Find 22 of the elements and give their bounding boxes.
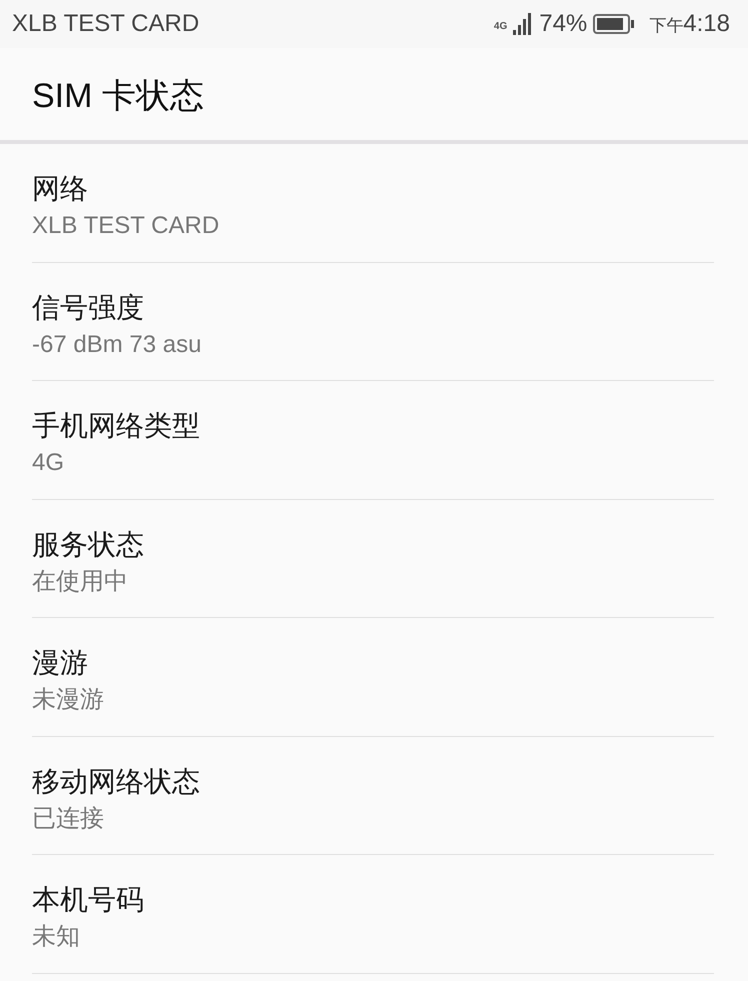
setting-label: 信号强度 [32,290,145,324]
setting-label: 漫游 [32,646,89,680]
setting-value: 未知 [32,922,81,952]
setting-value: XLB TEST CARD [32,211,220,241]
setting-value: 在使用中 [32,566,129,596]
setting-value: 4G [32,448,66,478]
setting-value: 已连接 [32,804,105,834]
setting-value: -67 dBm 73 asu [32,330,202,360]
network-type: 4G [494,22,508,32]
setting-label: 手机网络类型 [32,409,201,443]
setting-label: 本机号码 [32,883,145,917]
battery-percent: 74% [539,10,588,38]
page-title: SIM 卡状态 [31,76,205,117]
carrier-name: XLB TEST CARD [12,10,200,38]
setting-label: 移动网络状态 [32,764,201,798]
setting-value: 未漫游 [32,685,105,715]
setting-label: 网络 [32,172,89,206]
clock-time: 4:18 [683,10,730,37]
time-period: 下午 [649,16,684,35]
battery-icon [593,14,636,34]
setting-label: 服务状态 [32,528,145,562]
signal-icon [513,13,534,35]
